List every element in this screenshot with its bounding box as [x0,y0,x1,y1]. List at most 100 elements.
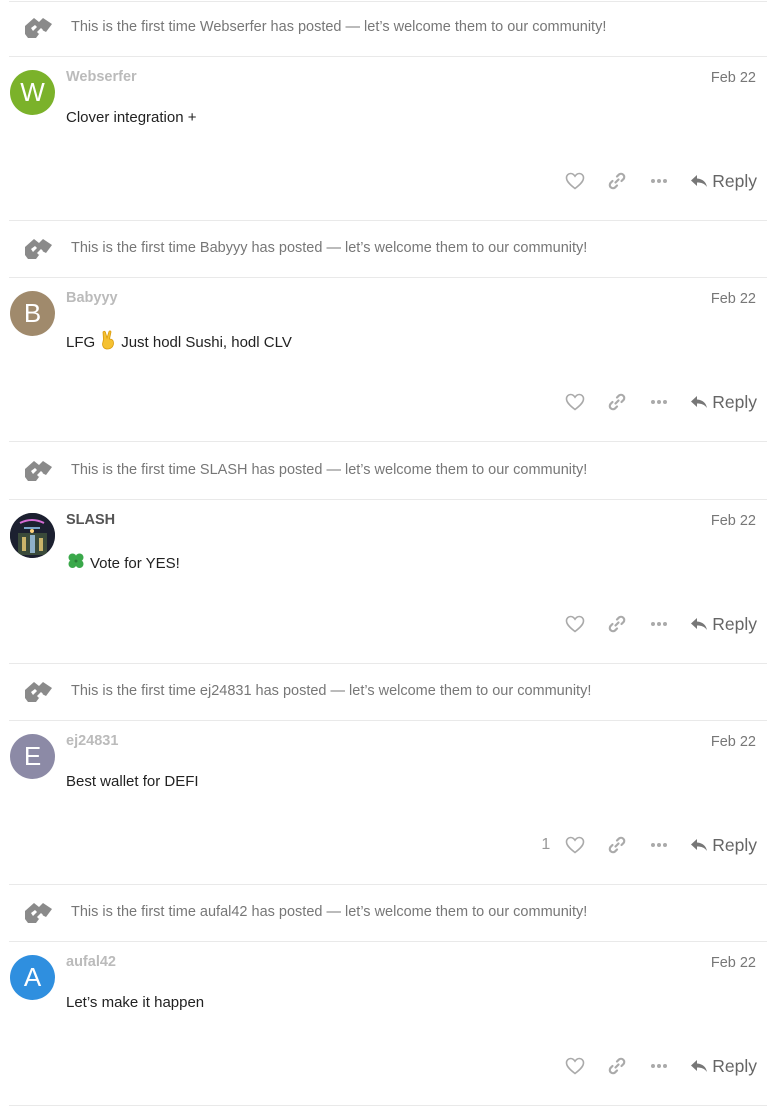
like-count[interactable]: 1 [541,836,550,854]
link-icon [608,1057,626,1075]
more-options-button[interactable] [642,385,676,419]
avatar-image [10,513,55,558]
post-text: Vote for YES! [90,555,180,572]
reply-button[interactable]: Reply [690,835,757,856]
post: This is the first time SLASH has posted … [0,443,778,664]
reply-button[interactable]: Reply [690,392,757,413]
link-icon [608,615,626,633]
copy-link-button[interactable] [600,164,634,198]
reply-arrow-icon [691,1060,708,1072]
like-button[interactable] [558,828,592,862]
post-date[interactable]: Feb 22 [711,734,756,750]
heart-icon [565,393,585,411]
notice-text: This is the first time Babyyy has posted… [71,240,588,256]
first-post-notice: This is the first time SLASH has posted … [0,443,778,499]
reply-label: Reply [712,834,757,855]
post-body: Vote for YES! [66,551,180,572]
first-post-notice: This is the first time ej24831 has poste… [0,664,778,720]
post-body: LFG Just hodl Sushi, hodl CLV [66,330,292,351]
post-actions: 1 Reply [541,828,757,862]
link-icon [608,393,626,411]
post-text: LFG [66,334,96,351]
divider [9,1105,767,1106]
notice-text: This is the first time Webserfer has pos… [71,19,607,35]
divider [9,441,767,442]
reply-arrow-icon [691,175,708,187]
first-post-notice: This is the first time Babyyy has posted… [0,221,778,277]
heart-icon [565,615,585,633]
username[interactable]: aufal42 [66,954,116,970]
avatar[interactable]: B [10,291,55,336]
ellipsis-icon [651,400,668,404]
avatar-letter: B [23,298,42,328]
link-icon [608,836,626,854]
reply-label: Reply [712,170,757,191]
handshake-icon [25,18,52,38]
like-button[interactable] [558,385,592,419]
more-options-button[interactable] [642,607,676,641]
more-options-button[interactable] [642,1049,676,1083]
more-options-button[interactable] [642,828,676,862]
reply-arrow-icon [691,618,708,630]
avatar[interactable]: A [10,955,55,1000]
heart-icon [565,836,585,854]
post-date[interactable]: Feb 22 [711,955,756,971]
copy-link-button[interactable] [600,607,634,641]
post-text: Best wallet for DEFI [66,773,199,790]
username[interactable]: SLASH [66,512,115,528]
first-post-notice: This is the first time aufal42 has poste… [0,885,778,941]
post: This is the first time Babyyy has posted… [0,221,778,442]
post: This is the first time aufal42 has poste… [0,885,778,1106]
reply-button[interactable]: Reply [690,614,757,635]
post-date[interactable]: Feb 22 [711,291,756,307]
divider [9,499,767,500]
more-options-button[interactable] [642,164,676,198]
copy-link-button[interactable] [600,385,634,419]
avatar[interactable]: W [10,70,55,115]
reply-button[interactable]: Reply [690,171,757,192]
avatar-letter: W [20,77,45,107]
copy-link-button[interactable] [600,1049,634,1083]
handshake-icon [25,461,52,481]
divider [9,56,767,57]
handshake-icon [25,682,52,702]
reply-label: Reply [712,391,757,412]
notice-text: This is the first time aufal42 has poste… [71,904,588,920]
ellipsis-icon [651,843,668,847]
post-body: Best wallet for DEFI [66,773,199,790]
reply-arrow-icon [691,839,708,851]
post-actions: Reply [558,385,757,419]
username[interactable]: ej24831 [66,733,118,749]
post-actions: Reply [558,164,757,198]
like-button[interactable] [558,607,592,641]
like-button[interactable] [558,164,592,198]
first-post-notice: This is the first time Webserfer has pos… [0,0,778,56]
username[interactable]: Webserfer [66,69,137,85]
username[interactable]: Babyyy [66,290,118,306]
post-text: Clover integration + [66,109,197,126]
reply-label: Reply [712,613,757,634]
divider [9,941,767,942]
post-body: Let’s make it happen [66,994,204,1011]
notice-text: This is the first time ej24831 has poste… [71,683,592,699]
post-date[interactable]: Feb 22 [711,513,756,529]
divider [9,720,767,721]
reply-button[interactable]: Reply [690,1056,757,1077]
reply-label: Reply [712,1055,757,1076]
notice-text: This is the first time SLASH has posted … [71,462,588,478]
avatar-letter: A [23,962,42,992]
divider [9,277,767,278]
post-text: Let’s make it happen [66,994,205,1011]
reply-arrow-icon [691,396,708,408]
avatar-letter: E [23,741,42,771]
handshake-icon [25,903,52,923]
avatar[interactable] [10,513,55,558]
like-button[interactable] [558,1049,592,1083]
ellipsis-icon [651,622,668,626]
copy-link-button[interactable] [600,828,634,862]
post-body: Clover integration + [66,109,197,126]
link-icon [608,172,626,190]
heart-icon [565,1057,585,1075]
avatar[interactable]: E [10,734,55,779]
post-date[interactable]: Feb 22 [711,70,756,86]
